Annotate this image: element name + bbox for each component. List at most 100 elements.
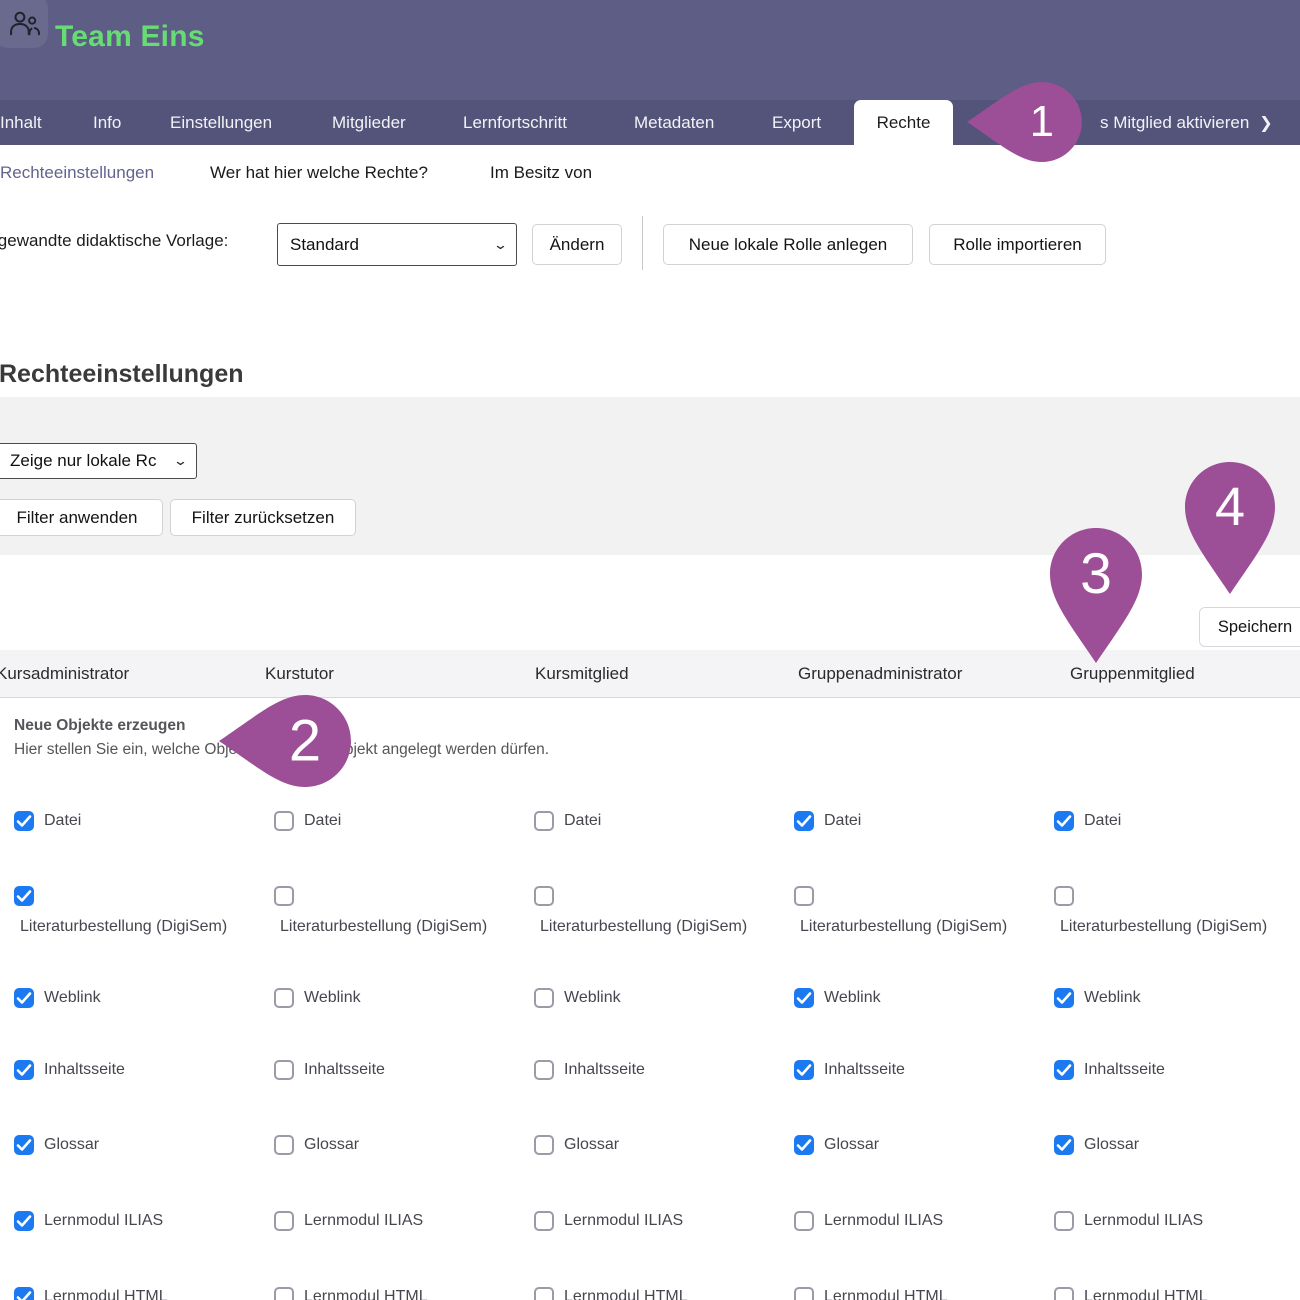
permission-cell: Literaturbestellung (DigiSem) [1054,858,1300,963]
permission-cell: Lernmodul HTML [794,1259,1054,1300]
unchecked-checkbox-lernmodul-ilias[interactable] [794,1211,814,1231]
permission-cell: Glossar [534,1107,794,1182]
checkbox-label: Lernmodul ILIAS [824,1212,943,1230]
permission-cell: Glossar [794,1107,1054,1182]
unchecked-checkbox-weblink[interactable] [534,988,554,1008]
checkbox-label: Literaturbestellung (DigiSem) [20,918,227,936]
unchecked-checkbox-literaturbestellung-digisem-[interactable] [274,886,294,906]
change-template-button[interactable]: Ändern [532,224,622,265]
unchecked-checkbox-lernmodul-html[interactable] [534,1287,554,1300]
permission-cell: Weblink [534,963,794,1032]
subtab-rechteeinstellungen[interactable]: Rechteeinstellungen [0,145,154,200]
tab-metadaten[interactable]: Metadaten [634,100,714,145]
permission-row-lernmodul-ilias: Lernmodul ILIAS Lernmodul ILIAS Lernmodul … [0,1182,1300,1260]
checked-checkbox-datei[interactable] [1054,811,1074,831]
checked-checkbox-glossar[interactable] [14,1135,34,1155]
role-filter-select-value: Zeige nur lokale Rc [10,451,156,471]
permission-cell: Inhaltsseite [1054,1032,1300,1107]
permission-group-header: Neue Objekte erzeugen Hier stellen Sie e… [0,698,1300,784]
unchecked-checkbox-literaturbestellung-digisem-[interactable] [1054,886,1074,906]
checked-checkbox-literaturbestellung-digisem-[interactable] [14,886,34,906]
unchecked-checkbox-lernmodul-html[interactable] [1054,1287,1074,1300]
column-header-gruppenadministrator: Gruppenadministrator [798,650,962,697]
unchecked-checkbox-weblink[interactable] [274,988,294,1008]
tab-als-mitglied-aktivieren[interactable]: s Mitglied aktivieren ❯ [1100,100,1273,145]
permission-cell: Lernmodul HTML [14,1259,274,1300]
tab-info[interactable]: Info [93,100,121,145]
section-heading: Rechteeinstellungen [0,360,244,389]
checkbox-label: Literaturbestellung (DigiSem) [1060,918,1267,936]
checked-checkbox-weblink[interactable] [794,988,814,1008]
tab-inhalt[interactable]: Inhalt [0,100,42,145]
subtab-im-besitz-von[interactable]: Im Besitz von [490,145,592,200]
checked-checkbox-inhaltsseite[interactable] [794,1060,814,1080]
permission-cell: Datei [14,783,274,858]
permission-cell: Datei [794,783,1054,858]
permission-cell: Weblink [1054,963,1300,1032]
checkbox-label: Inhaltsseite [44,1061,125,1079]
roles-header-row: KursadministratorKurstutorKursmitgliedGr… [0,650,1300,698]
checked-checkbox-lernmodul-html[interactable] [14,1287,34,1300]
checked-checkbox-datei[interactable] [14,811,34,831]
permission-cell: Lernmodul ILIAS [794,1182,1054,1259]
unchecked-checkbox-lernmodul-ilias[interactable] [534,1211,554,1231]
unchecked-checkbox-datei[interactable] [274,811,294,831]
didactic-template-select[interactable]: Standard ⌄ [277,223,517,266]
unchecked-checkbox-glossar[interactable] [534,1135,554,1155]
checkbox-label: Lernmodul ILIAS [1084,1212,1203,1230]
checked-checkbox-glossar[interactable] [1054,1135,1074,1155]
checkbox-label: Lernmodul HTML [1084,1288,1208,1300]
checkbox-label: Weblink [564,989,621,1007]
checked-checkbox-weblink[interactable] [14,988,34,1008]
tab-export[interactable]: Export [772,100,821,145]
checked-checkbox-weblink[interactable] [1054,988,1074,1008]
import-role-button[interactable]: Rolle importieren [929,224,1106,265]
checkbox-label: Lernmodul HTML [824,1288,948,1300]
save-button[interactable]: Speichern [1199,607,1300,647]
unchecked-checkbox-literaturbestellung-digisem-[interactable] [534,886,554,906]
tab-overflow-label: s Mitglied aktivieren [1100,113,1249,132]
reset-filter-button[interactable]: Filter zurücksetzen [170,499,356,536]
tab-mitglieder[interactable]: Mitglieder [332,100,406,145]
checkbox-label: Weblink [44,989,101,1007]
checked-checkbox-glossar[interactable] [794,1135,814,1155]
permission-cell: Datei [534,783,794,858]
tab-einstellungen[interactable]: Einstellungen [170,100,272,145]
permission-cell: Lernmodul ILIAS [14,1182,274,1259]
checkbox-label: Lernmodul ILIAS [304,1212,423,1230]
permission-cell: Inhaltsseite [274,1032,534,1107]
checked-checkbox-inhaltsseite[interactable] [14,1060,34,1080]
apply-filter-button[interactable]: Filter anwenden [0,499,163,536]
checkbox-label: Lernmodul HTML [564,1288,688,1300]
unchecked-checkbox-datei[interactable] [534,811,554,831]
column-header-kurstutor: Kurstutor [265,650,334,697]
unchecked-checkbox-literaturbestellung-digisem-[interactable] [794,886,814,906]
role-filter-select[interactable]: Zeige nur lokale Rc ⌄ [0,443,197,479]
column-header-gruppenmitglied: Gruppenmitglied [1070,650,1195,697]
unchecked-checkbox-lernmodul-ilias[interactable] [1054,1211,1074,1231]
permission-cell: Lernmodul ILIAS [274,1182,534,1259]
checked-checkbox-lernmodul-ilias[interactable] [14,1211,34,1231]
checkbox-label: Datei [44,812,81,830]
checkbox-label: Datei [824,812,861,830]
unchecked-checkbox-lernmodul-html[interactable] [794,1287,814,1300]
checkbox-label: Glossar [44,1136,99,1154]
unchecked-checkbox-glossar[interactable] [274,1135,294,1155]
checked-checkbox-datei[interactable] [794,811,814,831]
new-local-role-button[interactable]: Neue lokale Rolle anlegen [663,224,913,265]
page-title: Team Eins [55,20,205,54]
chevron-right-icon: ❯ [1259,115,1272,132]
column-header-kursadministrator: Kursadministrator [0,650,129,697]
unchecked-checkbox-lernmodul-ilias[interactable] [274,1211,294,1231]
subtab-wer-hat-hier-welche-rechte-[interactable]: Wer hat hier welche Rechte? [210,145,428,200]
unchecked-checkbox-lernmodul-html[interactable] [274,1287,294,1300]
checked-checkbox-inhaltsseite[interactable] [1054,1060,1074,1080]
permission-cell: Literaturbestellung (DigiSem) [534,858,794,963]
group-description: Hier stellen Sie ein, welche Objekte in … [14,741,549,759]
unchecked-checkbox-inhaltsseite[interactable] [274,1060,294,1080]
tab-rechte[interactable]: Rechte [854,100,953,145]
permission-cell: Inhaltsseite [794,1032,1054,1107]
permission-row-weblink: WeblinkWeblinkWeblinkWeblinkWeblink [0,963,1300,1033]
tab-lernfortschritt[interactable]: Lernfortschritt [463,100,567,145]
unchecked-checkbox-inhaltsseite[interactable] [534,1060,554,1080]
